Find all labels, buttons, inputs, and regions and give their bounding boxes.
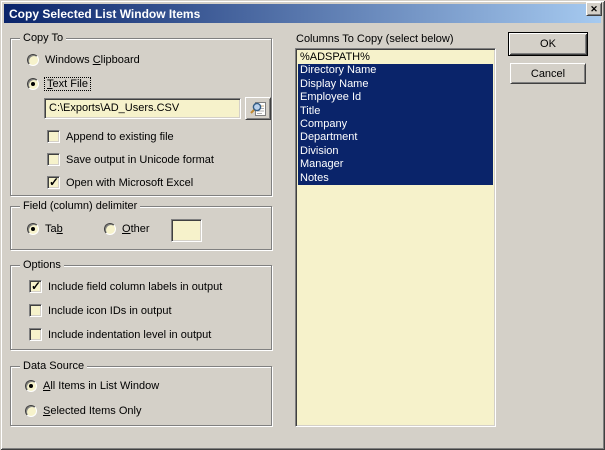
excel-checkbox-row[interactable]: Open with Microsoft Excel xyxy=(47,176,193,189)
selected-only-radio[interactable]: Selected Items Only xyxy=(25,405,141,417)
radio-icon[interactable] xyxy=(25,380,37,392)
delimiter-group: Field (column) delimiter Tab Other xyxy=(10,206,272,250)
column-list-item[interactable]: Directory Name xyxy=(298,64,493,77)
data-source-legend: Data Source xyxy=(20,360,87,373)
column-list-item[interactable]: Company xyxy=(298,118,493,131)
radio-icon[interactable] xyxy=(104,223,116,235)
column-list-item[interactable]: Manager xyxy=(298,158,493,171)
columns-listbox[interactable]: %ADSPATH%Directory NameDisplay NameEmplo… xyxy=(295,48,496,427)
column-list-item[interactable]: Title xyxy=(298,105,493,118)
tab-radio-label: Tab xyxy=(45,223,63,235)
column-list-item[interactable]: %ADSPATH% xyxy=(298,51,493,64)
column-list-item[interactable]: Employee Id xyxy=(298,91,493,104)
radio-icon[interactable] xyxy=(25,405,37,417)
browse-button[interactable] xyxy=(245,97,271,120)
delimiter-legend: Field (column) delimiter xyxy=(20,200,140,213)
checkbox-icon[interactable] xyxy=(29,280,42,293)
indent-checkbox-row[interactable]: Include indentation level in output xyxy=(29,328,211,341)
radio-icon[interactable] xyxy=(27,54,39,66)
checkbox-icon[interactable] xyxy=(29,328,42,341)
unicode-checkbox-row[interactable]: Save output in Unicode format xyxy=(47,153,214,166)
title-bar: Copy Selected List Window Items xyxy=(4,4,601,23)
export-path-input[interactable]: C:\Exports\AD_Users.CSV xyxy=(44,98,241,119)
text-file-radio[interactable]: Text File xyxy=(27,78,90,90)
columns-to-copy-label: Columns To Copy (select below) xyxy=(296,33,454,45)
file-search-icon xyxy=(249,101,267,117)
column-list-item[interactable]: Division xyxy=(298,145,493,158)
column-list-item[interactable]: Department xyxy=(298,131,493,144)
windows-clipboard-label: Windows Clipboard xyxy=(45,54,140,66)
checkbox-icon[interactable] xyxy=(29,304,42,317)
ok-button[interactable]: OK xyxy=(508,32,588,56)
windows-clipboard-radio[interactable]: Windows Clipboard xyxy=(27,54,140,66)
other-delimiter-input[interactable] xyxy=(171,219,202,242)
all-items-radio[interactable]: All Items in List Window xyxy=(25,380,159,392)
tab-radio[interactable]: Tab xyxy=(27,223,63,235)
copy-to-legend: Copy To xyxy=(20,32,66,45)
ok-button-label: OK xyxy=(540,38,556,50)
other-radio-label: Other xyxy=(122,223,150,235)
excel-checkbox-label: Open with Microsoft Excel xyxy=(66,177,193,189)
indent-checkbox-label: Include indentation level in output xyxy=(48,329,211,341)
data-source-group: Data Source All Items in List Window Sel… xyxy=(10,366,272,426)
cancel-button-label: Cancel xyxy=(531,68,565,80)
column-list-item[interactable]: Display Name xyxy=(298,78,493,91)
close-button[interactable]: ✕ xyxy=(586,2,602,16)
options-group: Options Include field column labels in o… xyxy=(10,265,272,350)
selected-only-radio-label: Selected Items Only xyxy=(43,405,141,417)
close-icon: ✕ xyxy=(590,5,598,14)
checkbox-icon[interactable] xyxy=(47,153,60,166)
options-legend: Options xyxy=(20,259,64,272)
copy-to-group: Copy To Windows Clipboard Text File C:\E… xyxy=(10,38,272,196)
text-file-label: Text File xyxy=(45,78,90,90)
radio-icon[interactable] xyxy=(27,78,39,90)
append-checkbox-label: Append to existing file xyxy=(66,131,174,143)
icon-ids-checkbox-row[interactable]: Include icon IDs in output xyxy=(29,304,172,317)
checkbox-icon[interactable] xyxy=(47,176,60,189)
radio-icon[interactable] xyxy=(27,223,39,235)
labels-checkbox-row[interactable]: Include field column labels in output xyxy=(29,280,222,293)
icon-ids-checkbox-label: Include icon IDs in output xyxy=(48,305,172,317)
window-title: Copy Selected List Window Items xyxy=(9,7,200,21)
labels-checkbox-label: Include field column labels in output xyxy=(48,281,222,293)
append-checkbox-row[interactable]: Append to existing file xyxy=(47,130,174,143)
cancel-button[interactable]: Cancel xyxy=(510,63,586,84)
unicode-checkbox-label: Save output in Unicode format xyxy=(66,154,214,166)
checkbox-icon[interactable] xyxy=(47,130,60,143)
copy-dialog: Copy Selected List Window Items ✕ Copy T… xyxy=(0,0,605,450)
column-list-item[interactable]: Notes xyxy=(298,172,493,185)
all-items-radio-label: All Items in List Window xyxy=(43,380,159,392)
other-radio[interactable]: Other xyxy=(104,223,150,235)
